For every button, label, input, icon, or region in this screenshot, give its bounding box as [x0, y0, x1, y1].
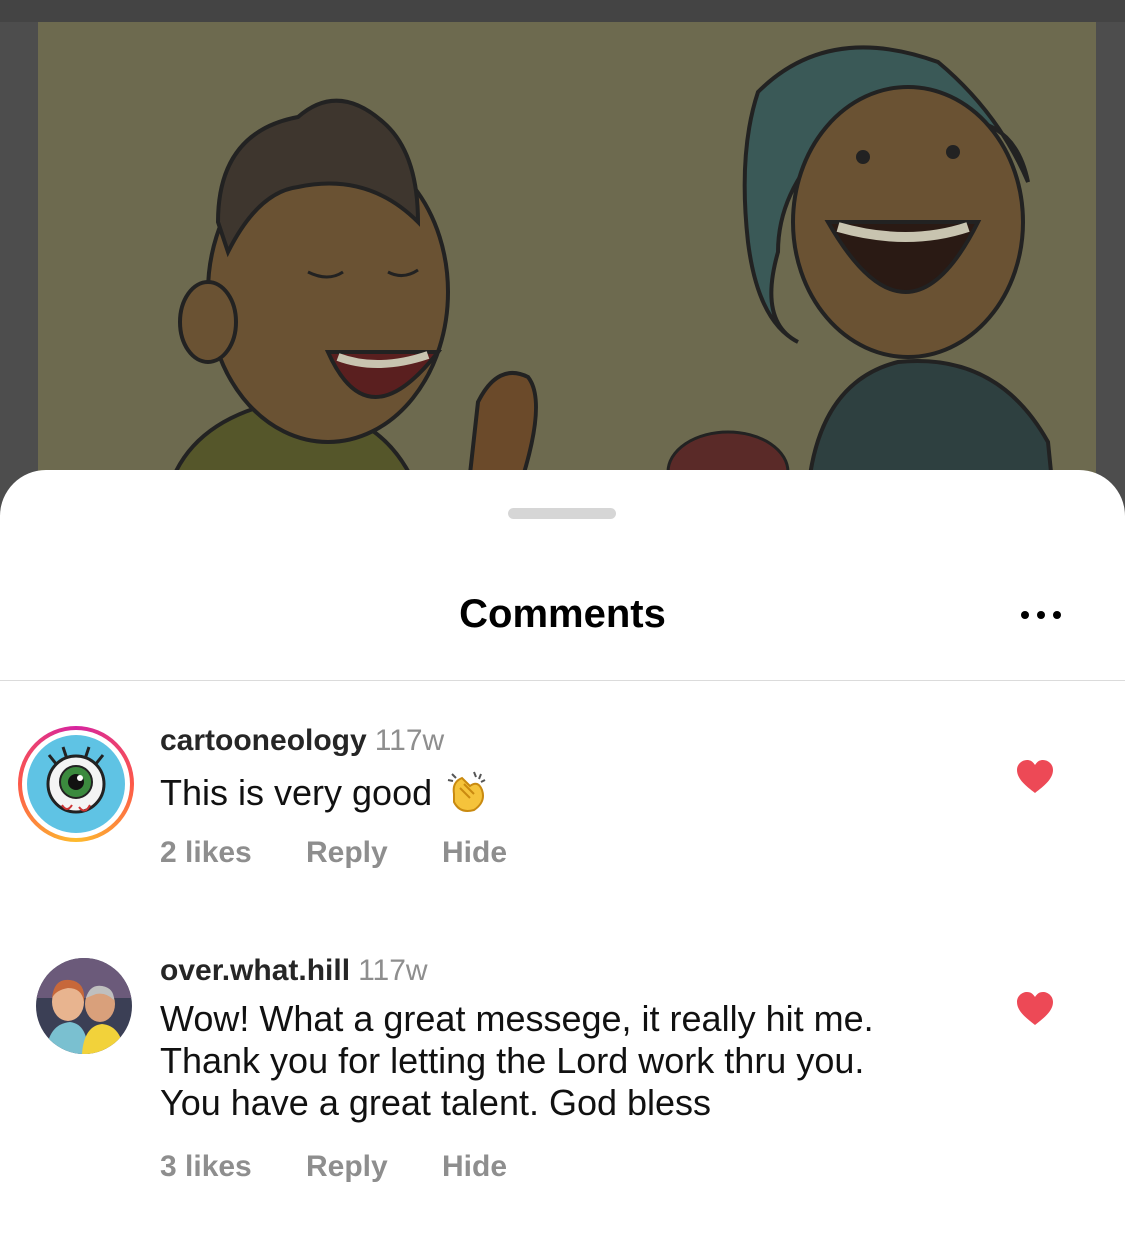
comments-sheet: Comments cartooneology 117w This is very… [0, 470, 1125, 1259]
comment-likes-count[interactable]: 2 likes [160, 836, 306, 870]
avatar-story-ring[interactable] [18, 726, 134, 842]
comment-text-line: This is very good [160, 768, 490, 823]
eyeball-avatar-icon [27, 735, 125, 833]
comment-text-line: You have a great talent. God bless [160, 1082, 712, 1123]
comment-likes-count[interactable]: 3 likes [160, 1150, 306, 1184]
reply-button[interactable]: Reply [306, 1150, 442, 1184]
more-dot [1053, 611, 1061, 619]
status-bar-area [0, 0, 1125, 22]
post-image [38, 22, 1096, 492]
comment-username[interactable]: cartooneology [160, 724, 367, 757]
reply-button[interactable]: Reply [306, 836, 442, 870]
more-options-button[interactable] [1010, 596, 1072, 634]
header-divider [0, 680, 1125, 681]
more-dot [1037, 611, 1045, 619]
comment-actions: 2 likes Reply Hide [160, 836, 507, 870]
comment-text-line: Wow! What a great messege, it really hit… [160, 998, 874, 1039]
liked-heart-icon[interactable] [1016, 992, 1054, 1026]
comment-actions: 3 likes Reply Hide [160, 1150, 507, 1184]
comment-timestamp: 117w [358, 954, 428, 987]
avatar [27, 735, 125, 833]
comment-username[interactable]: over.what.hill [160, 954, 350, 987]
comment-meta: cartooneology 117w [160, 724, 444, 758]
hide-button[interactable]: Hide [442, 836, 507, 870]
couple-photo-avatar-icon [36, 958, 132, 1054]
comment-meta: over.what.hill 117w [160, 954, 428, 988]
hide-button[interactable]: Hide [442, 1150, 507, 1184]
liked-heart-icon[interactable] [1016, 760, 1054, 794]
more-horizontal-icon [1021, 611, 1029, 619]
comment-text-content: This is very good [160, 772, 433, 814]
comment-text: This is very good [160, 768, 490, 823]
sheet-title: Comments [459, 592, 666, 636]
sheet-grabber-handle[interactable] [508, 508, 616, 519]
clapping-hands-emoji-icon [444, 768, 490, 823]
avatar[interactable] [36, 958, 132, 1054]
comment-text: Wow! What a great messege, it really hit… [160, 998, 874, 1124]
comment-text-line: Thank you for letting the Lord work thru… [160, 1040, 865, 1081]
comment-timestamp: 117w [374, 724, 445, 757]
